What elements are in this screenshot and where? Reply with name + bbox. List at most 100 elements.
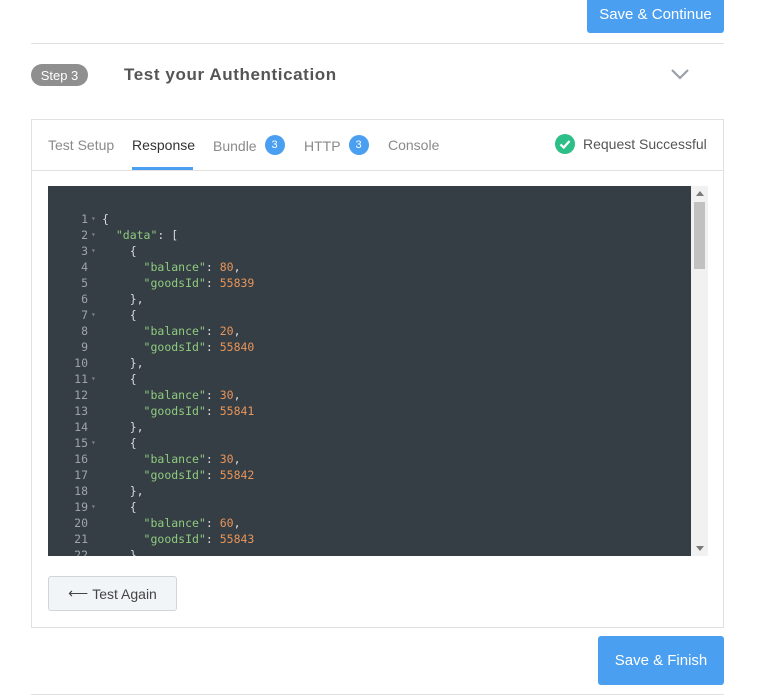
code-line: 17 "goodsId": 55842: [48, 467, 254, 483]
code-line: 19 ▾ {: [48, 499, 254, 515]
scroll-down-arrow[interactable]: [696, 546, 704, 551]
tab-label: Test Setup: [48, 137, 115, 153]
check-circle-icon: [555, 134, 575, 154]
code-line: 12 "balance": 30,: [48, 387, 254, 403]
line-number: 18: [74, 484, 88, 498]
code-line: 3 ▾ {: [48, 243, 254, 259]
tab-label: Console: [388, 137, 440, 153]
code-text: },: [102, 484, 144, 498]
code-line: 16 "balance": 30,: [48, 451, 254, 467]
step-badge: Step 3: [31, 64, 88, 86]
line-number: 14: [74, 420, 88, 434]
code-text: },: [102, 420, 144, 434]
tab-console[interactable]: Console: [388, 137, 439, 153]
test-again-label: Test Again: [92, 585, 157, 602]
line-number: 12: [74, 388, 88, 402]
code-text: "balance": 30,: [143, 388, 241, 402]
code-text: "goodsId": 55842: [143, 468, 255, 482]
code-text: "goodsId": 55840: [143, 340, 255, 354]
fold-arrow-icon[interactable]: ▾: [91, 435, 96, 451]
code-line: 13 "goodsId": 55841: [48, 403, 254, 419]
fold-arrow-icon[interactable]: ▾: [91, 211, 96, 227]
fold-arrow-icon[interactable]: ▾: [91, 371, 96, 387]
code-line: 8 "balance": 20,: [48, 323, 254, 339]
code-line: 14 },: [48, 419, 254, 435]
code-line: 10 },: [48, 355, 254, 371]
step-title: Test your Authentication: [124, 65, 337, 84]
line-number: 11 ▾: [74, 372, 96, 386]
code-text: "balance": 20,: [143, 324, 241, 338]
code-text: "balance": 80,: [143, 260, 241, 274]
code-text: "data": [: [115, 228, 179, 242]
line-number: 1 ▾: [81, 212, 96, 226]
line-number: 6: [81, 292, 88, 306]
code-line: 4 "balance": 80,: [48, 259, 254, 275]
tab-label: Response: [132, 137, 196, 153]
chevron-down-icon[interactable]: [670, 66, 690, 82]
save-and-continue-button[interactable]: Save & Continue: [587, 0, 724, 33]
line-number: 8: [81, 324, 88, 338]
http-count-badge: 3: [348, 135, 369, 155]
test-again-button[interactable]: ⟵ Test Again: [48, 576, 177, 611]
fold-arrow-icon[interactable]: ▾: [91, 227, 96, 243]
editor-scrollbar[interactable]: [691, 186, 708, 556]
code-line: 11 ▾ {: [48, 371, 254, 387]
code-line: 15 ▾ {: [48, 435, 254, 451]
tab-label: HTTP: [304, 138, 341, 154]
tab-test-setup[interactable]: Test Setup: [48, 137, 114, 153]
line-number: 2 ▾: [81, 228, 96, 242]
line-number: 16: [74, 452, 88, 466]
save-and-finish-button[interactable]: Save & Finish: [598, 636, 724, 685]
line-number: 3 ▾: [81, 244, 96, 258]
request-status: Request Successful: [555, 134, 707, 154]
fold-arrow-icon[interactable]: ▾: [91, 499, 96, 515]
code-line: 2 ▾ "data": [: [48, 227, 254, 243]
line-number: 7 ▾: [81, 308, 96, 322]
code-line: 9 "goodsId": 55840: [48, 339, 254, 355]
code-line: 22 }: [48, 547, 254, 556]
divider: [31, 694, 724, 695]
code-line: 7 ▾ {: [48, 307, 254, 323]
tab-bundle[interactable]: Bundle 3: [213, 135, 285, 155]
code-line: 1 ▾{: [48, 211, 254, 227]
active-tab-indicator: [132, 167, 193, 170]
test-panel: Test Setup Response Bundle 3 HTTP 3 Consol…: [31, 119, 724, 628]
arrow-left-icon: ⟵: [68, 585, 89, 601]
code-text: "goodsId": 55839: [143, 276, 255, 290]
divider: [31, 43, 724, 44]
tab-http[interactable]: HTTP 3: [304, 135, 369, 155]
code-text: "balance": 60,: [143, 516, 241, 530]
fold-arrow-icon[interactable]: ▾: [91, 243, 96, 259]
code-lines: 1 ▾{2 ▾ "data": [3 ▾ {4 "balance": 80, 5 "go…: [48, 211, 254, 556]
tab-bar: Test Setup Response Bundle 3 HTTP 3 Consol…: [32, 120, 723, 171]
line-number: 22: [74, 548, 88, 556]
bundle-count-badge: 3: [264, 135, 285, 155]
code-text: "goodsId": 55841: [143, 404, 255, 418]
code-text: },: [102, 356, 144, 370]
scroll-up-arrow[interactable]: [696, 191, 704, 196]
line-number: 13: [74, 404, 88, 418]
tab-label: Bundle: [213, 138, 257, 154]
code-line: 20 "balance": 60,: [48, 515, 254, 531]
line-number: 17: [74, 468, 88, 482]
code-line: 18 },: [48, 483, 254, 499]
code-text: "goodsId": 55843: [143, 532, 255, 546]
status-text: Request Successful: [583, 136, 707, 152]
line-number: 20: [74, 516, 88, 530]
line-number: 4: [81, 260, 88, 274]
line-number: 21: [74, 532, 88, 546]
line-number: 15 ▾: [74, 436, 96, 450]
line-number: 10: [74, 356, 88, 370]
code-text: }: [102, 548, 137, 556]
code-line: 21 "goodsId": 55843: [48, 531, 254, 547]
tab-response[interactable]: Response: [132, 137, 195, 153]
response-code-editor[interactable]: 1 ▾{2 ▾ "data": [3 ▾ {4 "balance": 80, 5 "go…: [48, 186, 708, 556]
code-text: },: [102, 292, 144, 306]
code-line: 6 },: [48, 291, 254, 307]
code-text: "balance": 30,: [143, 452, 241, 466]
scroll-thumb[interactable]: [694, 202, 705, 269]
line-number: 5: [81, 276, 88, 290]
code-line: 5 "goodsId": 55839: [48, 275, 254, 291]
line-number: 9: [81, 340, 88, 354]
fold-arrow-icon[interactable]: ▾: [91, 307, 96, 323]
